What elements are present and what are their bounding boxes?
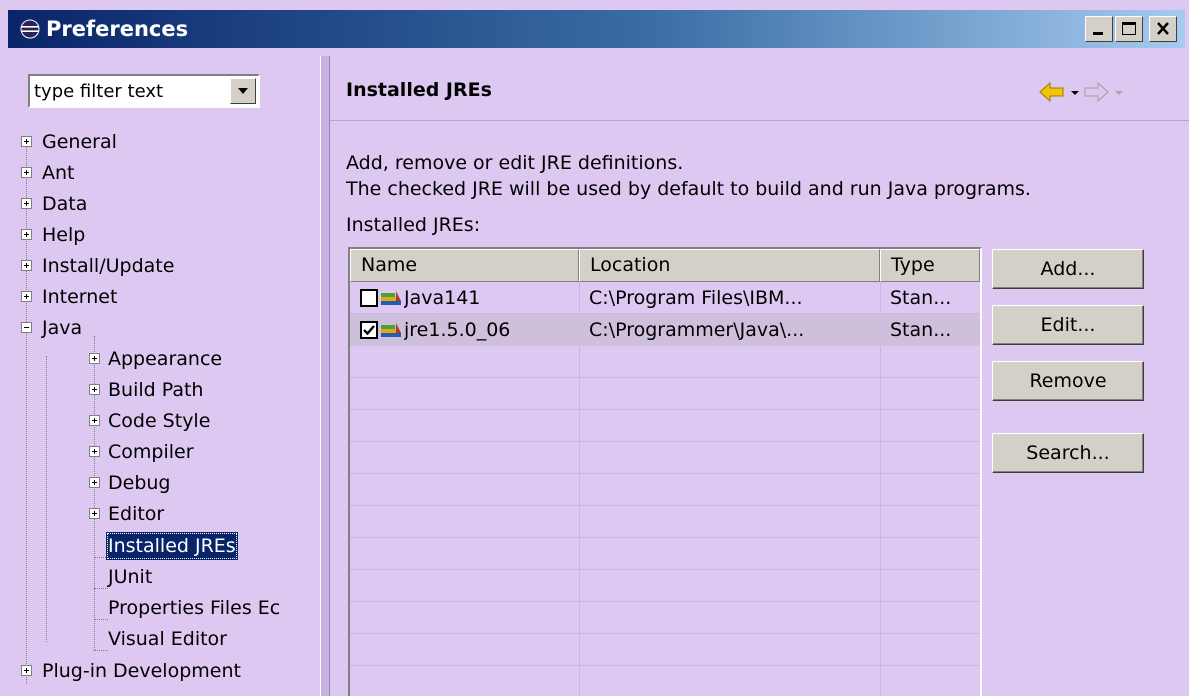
expand-icon[interactable] xyxy=(89,353,100,364)
expand-icon[interactable] xyxy=(21,291,32,302)
jre-name: Java141 xyxy=(404,287,481,309)
tree-item-label: Ant xyxy=(42,162,75,184)
tree-item-build-path[interactable]: Build Path xyxy=(8,376,320,406)
column-header-name[interactable]: Name xyxy=(350,249,579,282)
tree-item-label: Properties Files Ec xyxy=(108,597,281,619)
tree-item-label: General xyxy=(42,131,117,153)
tree-item-label: Debug xyxy=(108,472,171,494)
preferences-tree-panel: General Ant Data Help Install/Update Int… xyxy=(8,56,320,696)
tree-item-label: Data xyxy=(42,193,88,215)
expand-icon[interactable] xyxy=(89,508,100,519)
panel-splitter[interactable] xyxy=(320,56,330,696)
jre-checkbox-checked[interactable] xyxy=(360,321,378,339)
expand-icon[interactable] xyxy=(21,167,32,178)
jre-type: Stan... xyxy=(890,319,952,341)
expand-icon[interactable] xyxy=(21,665,32,676)
preference-page: Installed JREs Add, remove or edit JRE d… xyxy=(330,56,1189,696)
tree-item-label: Plug-in Development xyxy=(42,660,241,682)
page-title: Installed JREs xyxy=(346,79,492,101)
tree-item-general[interactable]: General xyxy=(8,128,320,158)
tree-item-install-update[interactable]: Install/Update xyxy=(8,252,320,282)
back-history-dropdown-icon[interactable] xyxy=(1068,80,1082,104)
back-arrow-icon[interactable] xyxy=(1038,80,1066,104)
edit-jre-button[interactable]: Edit... xyxy=(992,305,1144,345)
window-title: Preferences xyxy=(46,17,189,41)
tree-item-compiler[interactable]: Compiler xyxy=(8,438,320,468)
table-row[interactable]: Java141 C:\Program Files\IBM... Stan... xyxy=(350,282,980,314)
expand-icon[interactable] xyxy=(21,260,32,271)
minimize-button[interactable] xyxy=(1085,16,1113,42)
filter-box[interactable] xyxy=(28,74,260,108)
minimize-icon xyxy=(1093,32,1103,35)
page-header: Installed JREs xyxy=(330,56,1189,121)
tree-item-label: Compiler xyxy=(108,441,194,463)
tree-item-junit[interactable]: JUnit xyxy=(8,563,320,593)
tree-item-appearance[interactable]: Appearance xyxy=(8,345,320,375)
tree-item-label: Code Style xyxy=(108,410,211,432)
tree-item-label: Visual Editor xyxy=(108,628,227,650)
installed-jres-table[interactable]: Name Location Type Java141 C:\Program Fi… xyxy=(348,247,982,696)
installed-jres-label: Installed JREs: xyxy=(346,214,481,236)
page-description-line-2: The checked JRE will be used by default … xyxy=(346,178,1031,200)
search-jre-button[interactable]: Search... xyxy=(992,433,1144,473)
maximize-button[interactable] xyxy=(1115,16,1143,42)
tree-item-data[interactable]: Data xyxy=(8,190,320,220)
jre-location: C:\Programmer\Java\... xyxy=(589,319,805,341)
table-header: Name Location Type xyxy=(350,249,980,282)
add-jre-button[interactable]: Add... xyxy=(992,249,1144,289)
tree-item-ant[interactable]: Ant xyxy=(8,159,320,189)
jre-library-icon xyxy=(381,323,401,337)
close-button[interactable] xyxy=(1149,16,1177,42)
expand-icon[interactable] xyxy=(89,384,100,395)
table-row[interactable]: jre1.5.0_06 C:\Programmer\Java\... Stan.… xyxy=(350,314,980,346)
remove-jre-button[interactable]: Remove xyxy=(992,361,1144,401)
tree-item-installed-jres[interactable]: Installed JREs xyxy=(8,532,320,562)
tree-item-debug[interactable]: Debug xyxy=(8,469,320,499)
tree-item-plugin-development[interactable]: Plug-in Development xyxy=(8,657,320,687)
title-bar[interactable]: Preferences xyxy=(8,10,1185,48)
forward-arrow-icon[interactable] xyxy=(1082,80,1110,104)
collapse-icon[interactable] xyxy=(21,322,32,333)
tree-item-label: Java xyxy=(42,317,83,339)
tree-item-visual-editor[interactable]: Visual Editor xyxy=(8,625,320,655)
column-header-type[interactable]: Type xyxy=(880,249,980,282)
table-body: Java141 C:\Program Files\IBM... Stan... … xyxy=(350,282,980,696)
expand-icon[interactable] xyxy=(89,415,100,426)
preferences-window: Preferences General xyxy=(0,0,1189,696)
jre-name: jre1.5.0_06 xyxy=(404,319,511,341)
jre-type: Stan... xyxy=(890,287,952,309)
filter-input[interactable] xyxy=(34,79,220,103)
tree-item-label: Editor xyxy=(108,503,165,525)
jre-library-icon xyxy=(381,291,401,305)
column-header-location[interactable]: Location xyxy=(579,249,880,282)
tree-item-editor[interactable]: Editor xyxy=(8,500,320,530)
tree-item-java[interactable]: Java xyxy=(8,314,320,344)
jre-location: C:\Program Files\IBM... xyxy=(589,287,803,309)
expand-icon[interactable] xyxy=(21,229,32,240)
tree-item-label: JUnit xyxy=(108,566,153,588)
maximize-icon xyxy=(1122,22,1136,35)
tree-item-internet[interactable]: Internet xyxy=(8,283,320,313)
jre-checkbox[interactable] xyxy=(360,289,378,307)
eclipse-logo-icon xyxy=(20,19,40,39)
filter-dropdown-button[interactable] xyxy=(230,78,256,104)
checkmark-icon xyxy=(363,325,375,336)
page-description-line-1: Add, remove or edit JRE definitions. xyxy=(346,152,684,174)
tree-item-properties-files-editor[interactable]: Properties Files Ec xyxy=(8,594,320,624)
tree-item-label: Build Path xyxy=(108,379,204,401)
tree-item-label: Help xyxy=(42,224,86,246)
close-icon xyxy=(1157,22,1169,35)
tree-item-code-style[interactable]: Code Style xyxy=(8,407,320,437)
expand-icon[interactable] xyxy=(89,446,100,457)
expand-icon[interactable] xyxy=(21,136,32,147)
expand-icon[interactable] xyxy=(89,477,100,488)
tree-item-label: Install/Update xyxy=(42,255,175,277)
chevron-down-icon xyxy=(238,88,248,94)
tree-item-help[interactable]: Help xyxy=(8,221,320,251)
forward-history-dropdown-icon[interactable] xyxy=(1112,80,1126,104)
tree-item-label: Installed JREs xyxy=(106,532,238,560)
tree-item-label: Internet xyxy=(42,286,118,308)
tree-item-label: Appearance xyxy=(108,348,223,370)
expand-icon[interactable] xyxy=(21,198,32,209)
